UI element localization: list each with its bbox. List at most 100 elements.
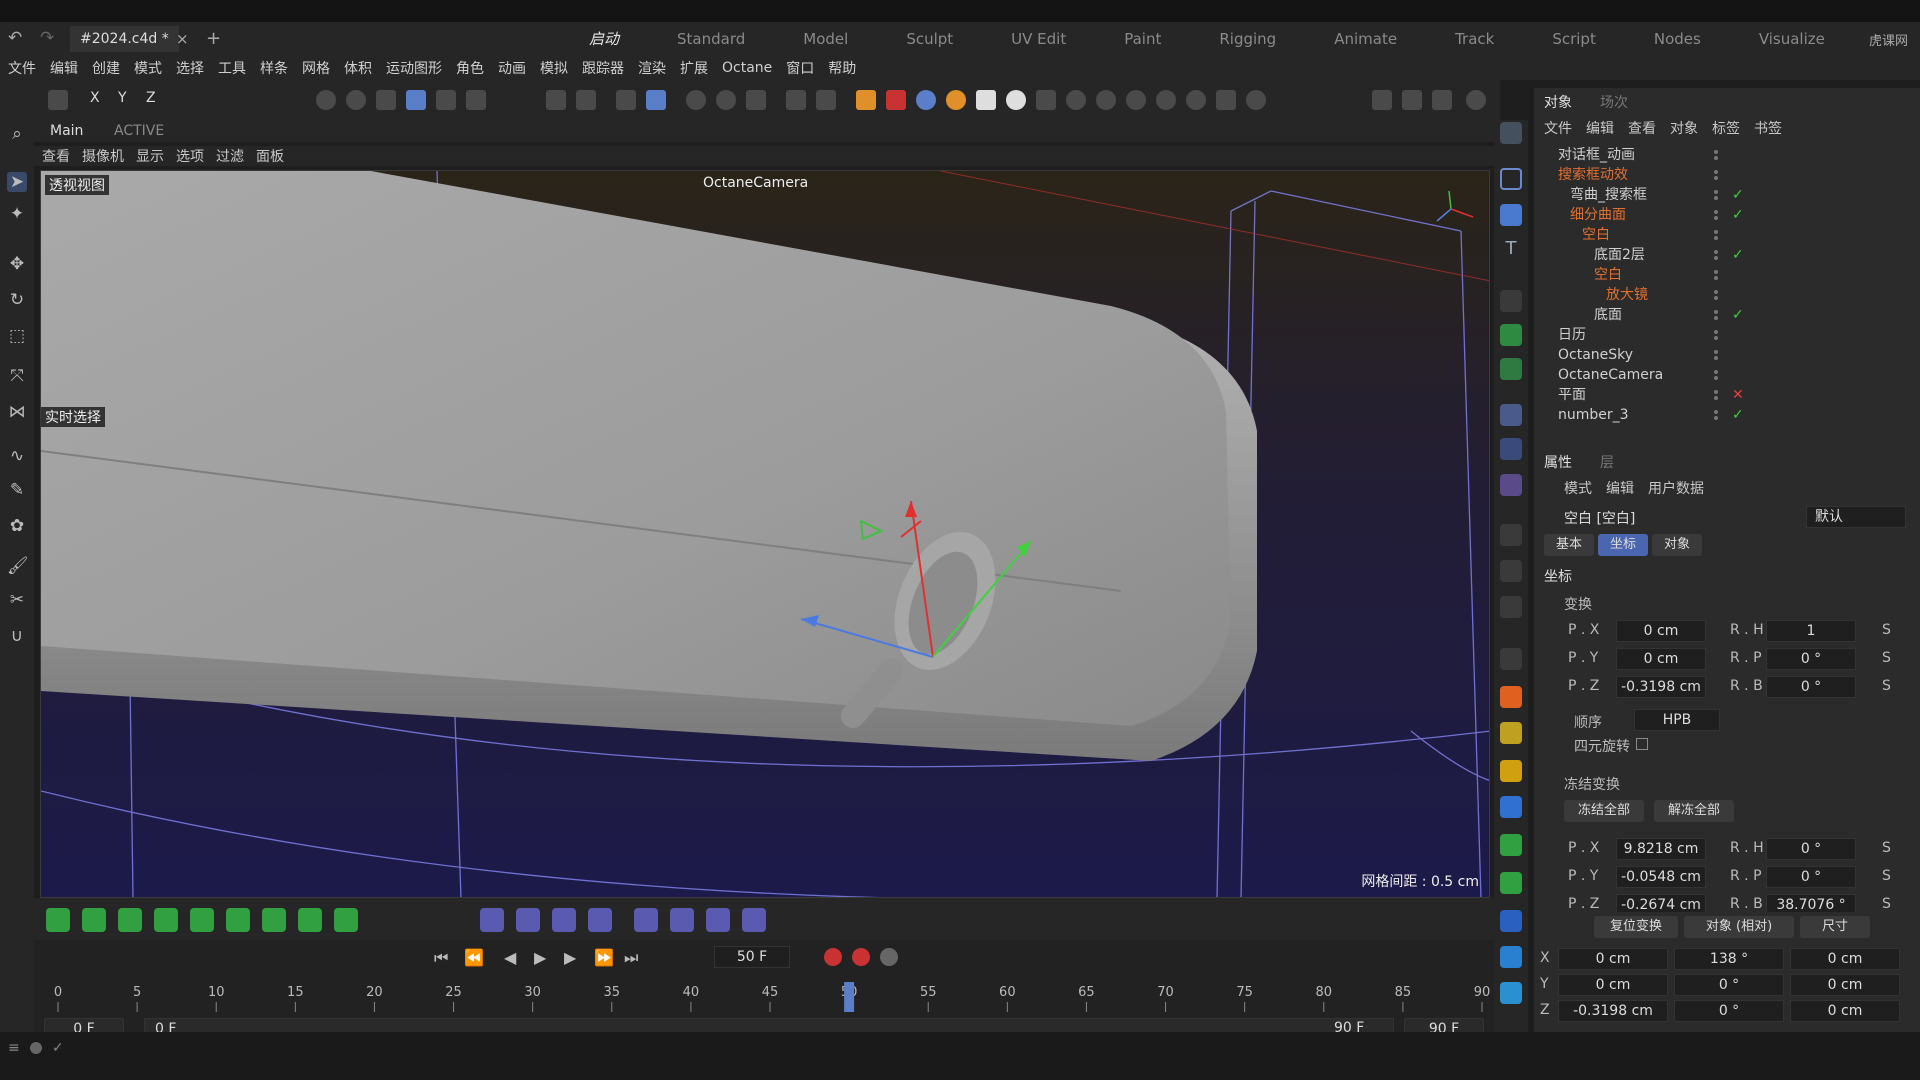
- viewport-menu-item[interactable]: 显示: [136, 146, 164, 166]
- material-plane-icon[interactable]: [1246, 90, 1266, 110]
- field-icon[interactable]: [1500, 438, 1522, 460]
- rotation-field[interactable]: 0 °: [1674, 1000, 1784, 1022]
- refresh-icon[interactable]: [1466, 90, 1486, 110]
- sketch-icon[interactable]: [1500, 686, 1522, 708]
- rot-value-field[interactable]: 0 °: [1766, 648, 1856, 670]
- play-icon[interactable]: ▶: [534, 948, 546, 967]
- layout-tab[interactable]: Paint: [1095, 22, 1190, 56]
- new-tab-icon[interactable]: +: [206, 26, 221, 52]
- material-sphere-icon[interactable]: [1096, 90, 1116, 110]
- tab-main[interactable]: Main: [50, 120, 83, 142]
- octane-settings-icon[interactable]: [816, 90, 836, 110]
- menu-item[interactable]: 选择: [176, 58, 204, 78]
- visibility-dots-icon[interactable]: [1714, 390, 1720, 400]
- layout-tab[interactable]: 启动: [560, 22, 648, 56]
- live-select-label[interactable]: 实时选择: [41, 407, 105, 427]
- object-row[interactable]: number_3 ✓: [1534, 405, 1920, 425]
- render-view-icon[interactable]: [716, 90, 736, 110]
- brush-tool-icon[interactable]: 🖌: [7, 556, 29, 576]
- tool-green-3-icon[interactable]: [118, 908, 142, 932]
- object-menu-item[interactable]: 书签: [1754, 118, 1782, 138]
- object-flag[interactable]: ✓: [1732, 245, 1744, 265]
- layout-tab[interactable]: Script: [1523, 22, 1625, 56]
- cloner-icon[interactable]: [1500, 324, 1522, 346]
- visibility-dots-icon[interactable]: [1714, 190, 1720, 200]
- menu-item[interactable]: 渲染: [638, 58, 666, 78]
- coord-value-field[interactable]: 0 cm: [1616, 648, 1706, 670]
- transform-tool-icon[interactable]: ⤧: [7, 366, 27, 386]
- workplane-icon[interactable]: [646, 90, 666, 110]
- next-frame-icon[interactable]: ▶: [564, 948, 576, 967]
- gear-icon[interactable]: [1500, 358, 1522, 380]
- visibility-dots-icon[interactable]: [1714, 250, 1720, 260]
- reset-transform-button[interactable]: 复位变换: [1594, 916, 1678, 938]
- rot-value-field[interactable]: 0 °: [1766, 866, 1856, 888]
- grid-icon[interactable]: [616, 90, 636, 110]
- object-flag[interactable]: ✓: [1732, 185, 1744, 205]
- magnet-tool-icon[interactable]: ∪: [7, 626, 27, 646]
- character-icon[interactable]: [1500, 834, 1522, 856]
- object-row[interactable]: OctaneSky: [1534, 345, 1920, 365]
- size-field[interactable]: 0 cm: [1790, 1000, 1900, 1022]
- visibility-dots-icon[interactable]: [1714, 350, 1720, 360]
- octane-sphere-light-icon[interactable]: [1006, 90, 1026, 110]
- layout-tab[interactable]: Track: [1426, 22, 1523, 56]
- object-row[interactable]: 底面 ✓: [1534, 305, 1920, 325]
- redo-icon[interactable]: ↷: [40, 28, 54, 48]
- material-cube-icon[interactable]: [1216, 90, 1236, 110]
- menu-item[interactable]: 运动图形: [386, 58, 442, 78]
- layout-tab[interactable]: UV Edit: [982, 22, 1095, 56]
- snap-icon[interactable]: [546, 90, 566, 110]
- coord-value-field[interactable]: 9.8218 cm: [1616, 838, 1706, 860]
- object-row[interactable]: 对话框_动画: [1534, 145, 1920, 165]
- knife-tool-icon[interactable]: ✂: [7, 590, 27, 610]
- attribute-menu-item[interactable]: 用户数据: [1648, 478, 1704, 498]
- playhead[interactable]: [844, 982, 855, 1012]
- view-name-label[interactable]: 透视视图: [45, 175, 109, 195]
- layout-tab[interactable]: Standard: [648, 22, 774, 56]
- menu-item[interactable]: 文件: [8, 58, 36, 78]
- render-active-icon[interactable]: [1402, 90, 1422, 110]
- points-mode-icon[interactable]: [346, 90, 366, 110]
- position-field[interactable]: 0 cm: [1558, 948, 1668, 970]
- tool-green-1-icon[interactable]: [46, 908, 70, 932]
- material-sphere-2-icon[interactable]: [1126, 90, 1146, 110]
- menu-item[interactable]: 动画: [498, 58, 526, 78]
- model-mode-icon[interactable]: [316, 90, 336, 110]
- hair-icon[interactable]: [1500, 760, 1522, 782]
- light-icon[interactable]: [1500, 596, 1522, 618]
- object-menu-item[interactable]: 查看: [1628, 118, 1656, 138]
- menu-icon[interactable]: ≡: [8, 1040, 20, 1056]
- uv-mode-icon[interactable]: [436, 90, 456, 110]
- tool-icon[interactable]: [48, 90, 68, 110]
- prev-frame-icon[interactable]: ◀: [504, 948, 516, 967]
- current-frame-field[interactable]: 50 F: [714, 946, 790, 968]
- viewport-menu-item[interactable]: 选项: [176, 146, 204, 166]
- scale-tool-icon[interactable]: ⬚: [7, 326, 27, 346]
- size-field[interactable]: 0 cm: [1790, 948, 1900, 970]
- mograph-icon[interactable]: [1500, 796, 1522, 818]
- camera-icon[interactable]: [1500, 560, 1522, 582]
- close-tab-icon[interactable]: ×: [176, 26, 189, 52]
- polygons-mode-icon[interactable]: [406, 90, 426, 110]
- layout-tab[interactable]: Sculpt: [877, 22, 982, 56]
- tool-blue-4-icon[interactable]: [588, 908, 612, 932]
- octane-material-icon[interactable]: [856, 90, 876, 110]
- tool-green-8-icon[interactable]: [298, 908, 322, 932]
- undo-icon[interactable]: ↶: [8, 28, 22, 48]
- visibility-dots-icon[interactable]: [1714, 210, 1720, 220]
- menu-item[interactable]: 窗口: [786, 58, 814, 78]
- menu-item[interactable]: 扩展: [680, 58, 708, 78]
- tool-blue-5-icon[interactable]: [634, 908, 658, 932]
- menu-item[interactable]: 创建: [92, 58, 120, 78]
- menu-item[interactable]: 模式: [134, 58, 162, 78]
- viewport-menu-item[interactable]: 过滤: [216, 146, 244, 166]
- material-sphere-3-icon[interactable]: [1156, 90, 1176, 110]
- search-icon[interactable]: ⌕: [7, 124, 27, 144]
- freeze-group[interactable]: 冻结变换: [1564, 774, 1620, 794]
- menu-item[interactable]: 帮助: [828, 58, 856, 78]
- render-region-icon[interactable]: [686, 90, 706, 110]
- object-row[interactable]: 日历: [1534, 325, 1920, 345]
- tool-blue-2-icon[interactable]: [516, 908, 540, 932]
- tab-takes[interactable]: 场次: [1600, 92, 1628, 112]
